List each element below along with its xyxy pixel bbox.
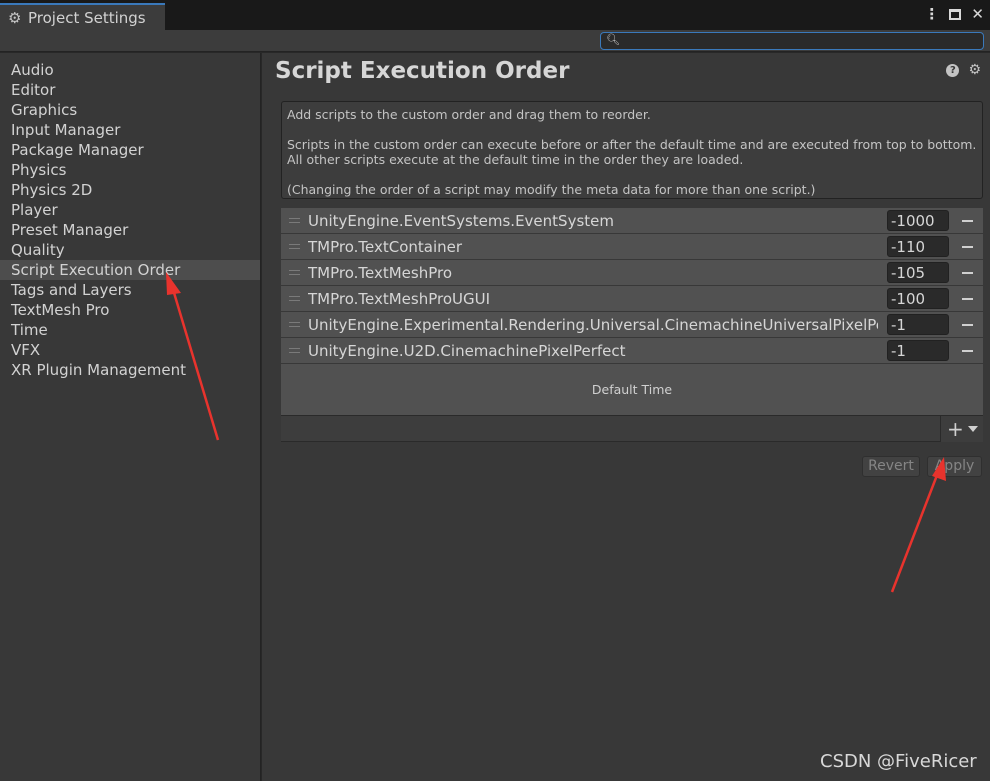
watermark: CSDN @FiveRicer (820, 751, 977, 772)
annotation-arrows (166, 272, 946, 593)
annotation-arrow-add (890, 457, 946, 593)
annotation-arrow-sidebar (166, 272, 220, 441)
